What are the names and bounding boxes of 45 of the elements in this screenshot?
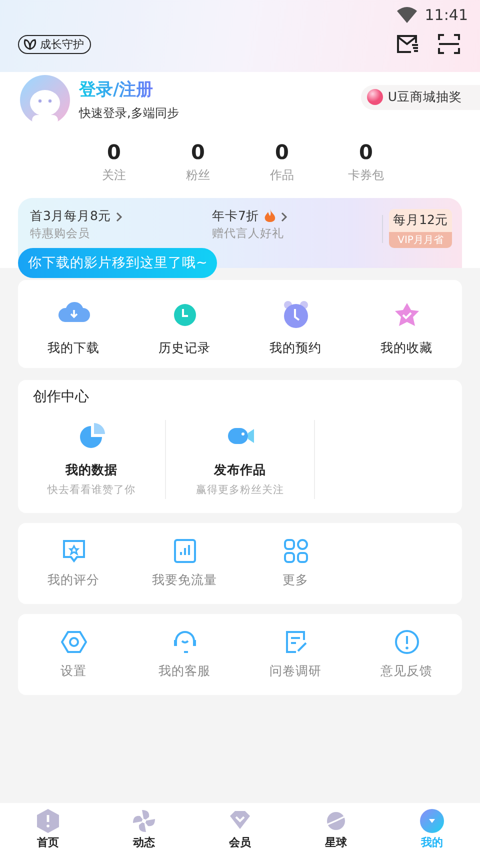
- offer-subtitle: 特惠购会员: [30, 226, 91, 241]
- menu-item-button[interactable]: 意见反馈: [351, 629, 462, 680]
- ball-icon: [366, 89, 383, 105]
- quick-action-button[interactable]: 历史记录: [129, 292, 240, 356]
- menu-item-button[interactable]: 我的客服: [129, 629, 240, 680]
- growth-guard-button[interactable]: 成长守护: [18, 34, 91, 54]
- offer-subtitle: 赠代言人好礼: [212, 226, 285, 241]
- quick-action-button[interactable]: 我的预约: [240, 292, 351, 356]
- offer-title[interactable]: 年卡7折: [212, 208, 259, 225]
- creation-item-button[interactable]: 我的数据 快去看看谁赞了你: [18, 420, 166, 499]
- chevron-icon: [280, 212, 288, 222]
- stat-count[interactable]: 0: [275, 140, 289, 164]
- quick-action-button[interactable]: 我的收藏: [351, 292, 462, 356]
- quick-action-button[interactable]: 我的下载: [18, 292, 129, 356]
- nav-tab[interactable]: 会员: [192, 806, 288, 850]
- mall-lottery-button[interactable]: U豆商城抽奖: [360, 84, 480, 110]
- creation-item-button[interactable]: 发布作品 赢得更多粉丝关注: [166, 420, 315, 499]
- menu-item-button[interactable]: 我要免流量: [129, 538, 240, 589]
- alert-icon: [394, 629, 420, 655]
- menu-item-button[interactable]: 设置: [18, 629, 129, 680]
- settings-icon: [60, 629, 86, 655]
- headset-icon: [172, 629, 198, 655]
- chevron-icon: [116, 212, 123, 222]
- section-title: 创作中心: [32, 388, 90, 406]
- stat-count[interactable]: 0: [107, 140, 121, 164]
- flame-icon: [264, 209, 276, 224]
- nav-tab[interactable]: 星球: [288, 806, 384, 850]
- review-icon: [60, 538, 86, 564]
- nav-tab[interactable]: 动态: [96, 806, 192, 850]
- stat-count[interactable]: 0: [191, 140, 205, 164]
- scan-icon[interactable]: [438, 34, 460, 54]
- wifi-icon: [396, 7, 417, 23]
- grid-icon: [282, 538, 308, 564]
- offer-title[interactable]: 首3月每月8元: [30, 208, 111, 225]
- login-hint: 快速登录,多端同步: [79, 105, 180, 122]
- nav-tab[interactable]: 首页: [0, 806, 96, 850]
- status-time: 11:41: [424, 6, 468, 24]
- mail-icon[interactable]: [396, 34, 420, 54]
- menu-item-button[interactable]: 我的评分: [18, 538, 129, 589]
- stat-count[interactable]: 0: [359, 140, 373, 164]
- download-tooltip: 你下载的影片移到这里了哦~: [18, 248, 218, 278]
- bar-chart-icon: [172, 538, 198, 564]
- menu-item-button[interactable]: 问卷调研: [240, 629, 351, 680]
- menu-item-button[interactable]: 更多: [240, 538, 351, 589]
- leaf-icon: [23, 37, 37, 51]
